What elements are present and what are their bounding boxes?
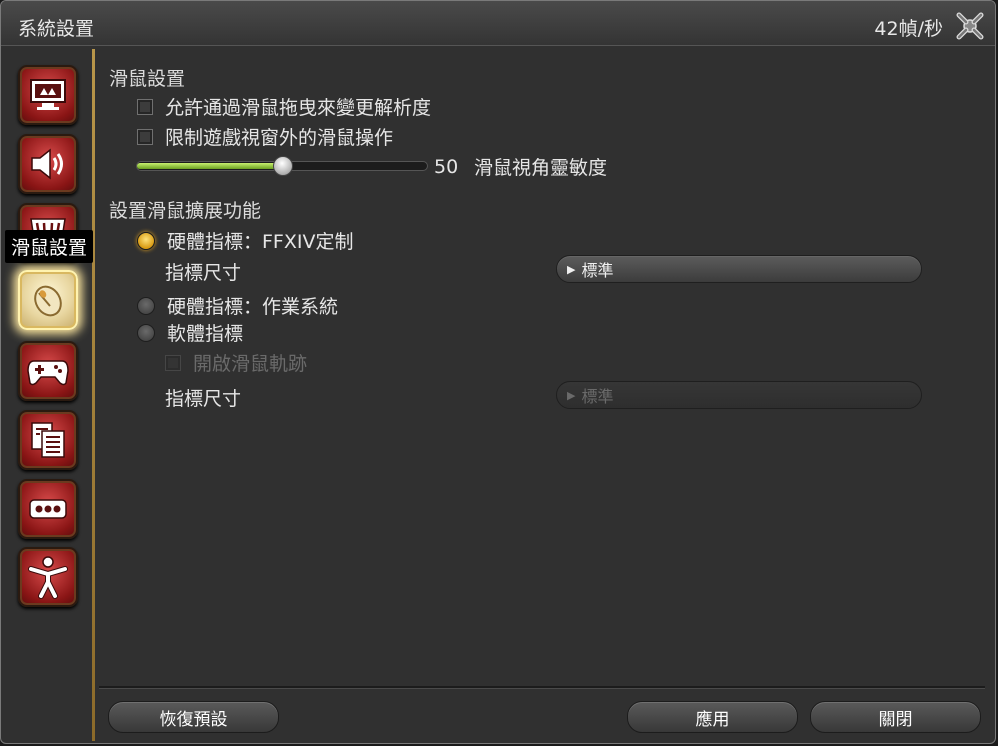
restrict-mouse-option[interactable]: 限制遊戲視窗外的滑鼠操作 [137, 123, 393, 150]
category-display[interactable] [18, 65, 78, 125]
category-documents[interactable] [18, 410, 78, 470]
display-icon [30, 79, 66, 110]
hw-cursor-os-label: 硬體指標：作業系統 [167, 296, 339, 318]
hw-cursor-custom-radio[interactable] [137, 231, 155, 250]
sidebar-divider [92, 49, 95, 741]
sensitivity-slider[interactable] [136, 156, 428, 176]
cursor-size-value-1: 標準 [581, 261, 614, 280]
window-title: 系統設置 [18, 18, 95, 40]
system-settings-window: 系統設置 42幀/秒 滑鼠設置 滑鼠設置 允許通過滑鼠拖曳來變更解析度 限制遊戲… [0, 0, 996, 744]
apply-button[interactable]: 應用 [627, 701, 798, 733]
cursor-size-label-2: 指標尺寸 [165, 384, 241, 411]
sw-cursor-radio[interactable] [137, 323, 155, 342]
sw-cursor-label: 軟體指標 [167, 323, 244, 345]
sw-cursor-option[interactable]: 軟體指標 [137, 319, 243, 346]
category-gamepad[interactable] [18, 341, 78, 401]
sensitivity-fill [137, 163, 282, 169]
reset-defaults-button[interactable]: 恢復預設 [108, 701, 279, 733]
category-sound[interactable] [18, 134, 78, 194]
dropdown-arrow-icon: ▶ [567, 262, 576, 276]
cursor-size-dropdown-1[interactable]: ▶ 標準 [556, 255, 922, 283]
accessibility-icon [28, 556, 68, 599]
hw-cursor-custom-label: 硬體指標：FFXIV定制 [167, 231, 354, 253]
title-bar: 系統設置 42幀/秒 [1, 1, 995, 46]
mouse-icon [34, 285, 62, 317]
sensitivity-label: 滑鼠視角靈敏度 [474, 157, 608, 179]
hw-cursor-os-radio[interactable] [137, 296, 155, 315]
mouse-trail-checkbox [165, 354, 181, 371]
mouse-settings-heading: 滑鼠設置 [109, 68, 186, 90]
close-icon[interactable] [955, 11, 985, 41]
hw-cursor-os-option[interactable]: 硬體指標：作業系統 [137, 292, 338, 319]
category-other[interactable] [18, 479, 78, 539]
cursor-size-text-1: 指標尺寸 [165, 262, 242, 284]
close-button[interactable]: 關閉 [810, 701, 981, 733]
fps-readout: 42幀/秒 [874, 18, 943, 40]
category-accessibility[interactable] [18, 547, 78, 607]
sensitivity-knob[interactable] [273, 156, 293, 176]
footer-divider [99, 686, 985, 689]
hw-cursor-custom-option[interactable]: 硬體指標：FFXIV定制 [137, 227, 353, 254]
mouse-trail-label: 開啟滑鼠軌跡 [193, 353, 308, 375]
documents-icon [31, 422, 65, 458]
dropdown-arrow-icon: ▶ [567, 388, 576, 402]
speaker-icon [31, 148, 63, 180]
allow-resize-option[interactable]: 允許通過滑鼠拖曳來變更解析度 [137, 93, 431, 120]
allow-resize-checkbox[interactable] [137, 98, 153, 115]
cursor-size-text-2: 指標尺寸 [165, 388, 242, 410]
ellipsis-icon [29, 499, 67, 519]
sidebar-tooltip: 滑鼠設置 [5, 230, 94, 263]
category-sidebar [7, 53, 92, 683]
cursor-size-label-1: 指標尺寸 [165, 258, 241, 285]
extended-settings-heading: 設置滑鼠擴展功能 [109, 200, 262, 222]
restrict-mouse-checkbox[interactable] [137, 128, 153, 145]
category-mouse[interactable] [18, 270, 78, 330]
restrict-mouse-label: 限制遊戲視窗外的滑鼠操作 [165, 127, 394, 149]
allow-resize-label: 允許通過滑鼠拖曳來變更解析度 [165, 97, 432, 119]
cursor-size-dropdown-2: ▶ 標準 [556, 381, 922, 409]
cursor-size-value-2: 標準 [581, 387, 614, 406]
mouse-trail-option: 開啟滑鼠軌跡 [165, 349, 307, 376]
sensitivity-value: 50 [434, 156, 459, 178]
gamepad-icon [27, 360, 69, 386]
